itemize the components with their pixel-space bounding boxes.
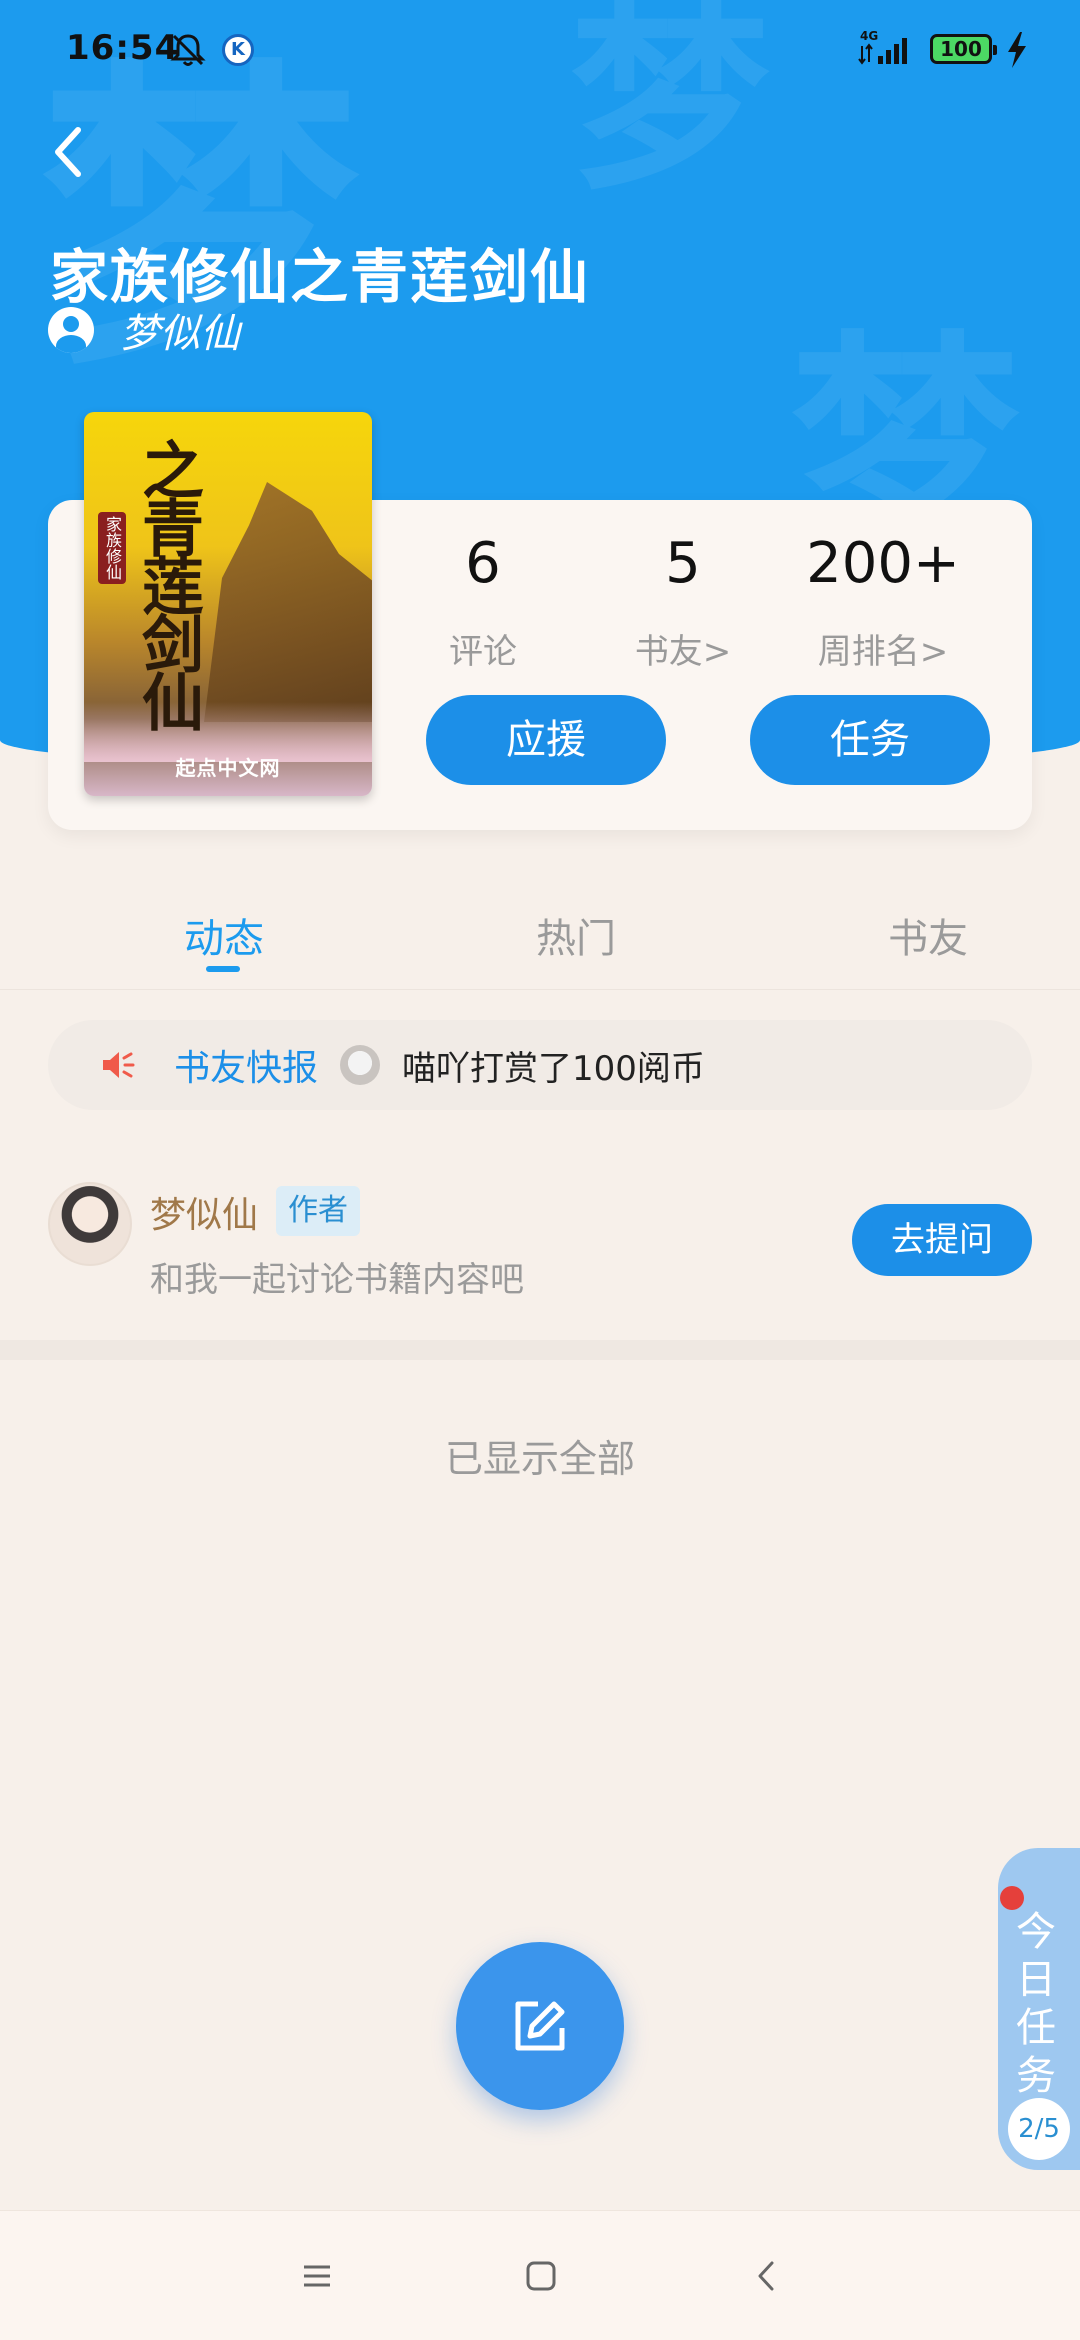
system-nav-bar	[0, 2210, 1080, 2340]
stat-comments[interactable]: 6 评论	[393, 536, 573, 673]
author-badge: 作者	[276, 1186, 360, 1236]
section-divider	[0, 1340, 1080, 1360]
stat-label: 评论	[449, 632, 517, 672]
cover-subtitle: 家族修仙	[98, 512, 126, 584]
tab-popular[interactable]: 热门	[476, 906, 676, 964]
menu-icon[interactable]	[292, 2251, 342, 2301]
end-of-list-note: 已显示全部	[444, 1437, 635, 1481]
stat-value: 200+	[806, 531, 960, 596]
tab-readers[interactable]: 书友	[828, 906, 1028, 964]
user-icon	[48, 307, 94, 353]
book-cover[interactable]: 家族修仙 之青莲剑仙 起点中文网	[84, 412, 372, 796]
ask-question-button[interactable]: 去提问	[852, 1204, 1032, 1276]
cover-mountain-art	[204, 482, 372, 722]
news-label: 书友快报	[174, 1048, 319, 1089]
battery-icon: 100	[930, 34, 997, 64]
compose-fab[interactable]	[456, 1942, 624, 2110]
back-icon[interactable]	[48, 122, 88, 182]
task-button[interactable]: 任务	[750, 695, 990, 785]
avatar[interactable]	[48, 1182, 132, 1266]
tab-bar: 动态 热门 书友	[0, 880, 1080, 990]
author-row[interactable]: 梦似仙	[48, 300, 240, 360]
status-bar: 16:54 K 4G 100	[0, 0, 1080, 100]
status-time: 16:54	[66, 28, 180, 68]
author-name: 梦似仙	[120, 311, 240, 357]
news-text: 喵吖打赏了100阅币	[402, 1048, 705, 1089]
charging-icon	[1008, 32, 1026, 68]
stat-readers[interactable]: 5 书友>	[593, 536, 773, 673]
post-description: 和我一起讨论书籍内容吧	[150, 1260, 524, 1300]
daily-task-label: 今日任务	[1016, 1909, 1056, 2099]
notification-dot	[1000, 1886, 1024, 1910]
cover-title: 之青莲剑仙	[131, 438, 204, 728]
tab-activity[interactable]: 动态	[124, 906, 324, 964]
stat-weekly-rank[interactable]: 200+ 周排名>	[793, 536, 973, 673]
bell-off-icon	[170, 34, 206, 66]
nav-back-icon[interactable]	[742, 2251, 792, 2301]
tab-indicator	[206, 966, 240, 972]
support-button[interactable]: 应援	[426, 695, 666, 785]
news-avatar	[340, 1045, 381, 1085]
stat-value: 5	[665, 531, 701, 596]
stat-label: 周排名>	[817, 632, 949, 672]
reader-news-bar[interactable]: 书友快报 喵吖打赏了100阅币	[48, 1020, 1032, 1110]
k-app-icon: K	[222, 34, 254, 66]
stat-value: 6	[465, 531, 501, 596]
cover-publisher: 起点中文网	[175, 756, 281, 780]
svg-text:4G: 4G	[860, 29, 878, 43]
signal-icon: 4G	[858, 29, 907, 65]
stat-label: 书友>	[634, 632, 732, 672]
speaker-icon	[103, 1052, 135, 1078]
daily-task-progress: 2/5	[1008, 2098, 1070, 2160]
post-author-name[interactable]: 梦似仙	[150, 1186, 258, 1238]
home-icon[interactable]	[516, 2251, 566, 2301]
edit-icon	[515, 2001, 565, 2051]
